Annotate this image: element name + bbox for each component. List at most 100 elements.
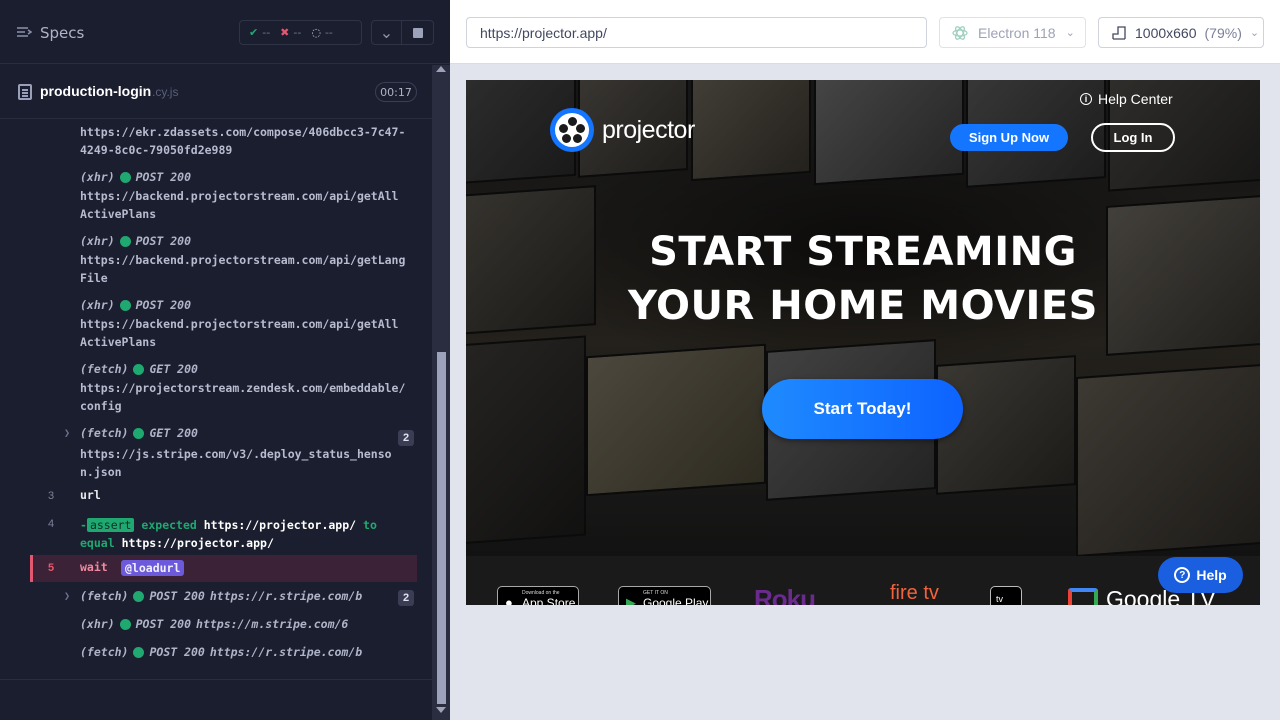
- command-name: wait: [80, 560, 108, 574]
- command-number: 4: [48, 518, 55, 530]
- headline-line-2: YOUR HOME MOVIES: [628, 283, 1098, 329]
- assert-equal-text: equal: [80, 536, 115, 550]
- request-url: https://r.stripe.com/b: [209, 645, 363, 659]
- request-method: POST 200: [135, 298, 192, 312]
- alias-badge: @loadurl: [121, 560, 185, 576]
- request-url: https://m.stripe.com/6: [196, 617, 349, 631]
- app-store-badge[interactable]: ● Download on the App Store: [497, 586, 579, 605]
- list-item[interactable]: (fetch) GET 200 https://projectorstream.z…: [30, 360, 417, 416]
- list-item[interactable]: (fetch) POST 200 https://r.stripe.com/b: [30, 644, 417, 664]
- status-dot-icon: [133, 427, 145, 439]
- request-url: https://r.stripe.com/b: [209, 589, 363, 603]
- chevron-down-icon: ⌄: [1249, 27, 1260, 39]
- google-tv-icon: [1068, 587, 1098, 605]
- url-bar[interactable]: https://projector.app/: [466, 17, 927, 48]
- viewport-size: 1000x660: [1135, 24, 1197, 41]
- fire-tv-logo[interactable]: fire tv: [890, 582, 939, 605]
- pending-count: --: [324, 26, 333, 39]
- hero-section: projector i Help Center Sign Up Now Log I…: [466, 80, 1260, 556]
- sign-up-button[interactable]: Sign Up Now: [950, 124, 1068, 151]
- command-number: 3: [48, 490, 55, 502]
- count-badge: 2: [398, 590, 414, 606]
- specs-button[interactable]: Specs: [16, 22, 84, 44]
- command-name: url: [80, 488, 101, 502]
- request-url: https://js.stripe.com/v3/.deploy_status_…: [80, 447, 392, 479]
- help-widget-button[interactable]: ? Help: [1158, 557, 1243, 593]
- question-icon: ?: [1174, 567, 1191, 583]
- failed-stat: ✖ --: [280, 26, 301, 39]
- request-method: POST 200: [135, 617, 192, 631]
- stop-button[interactable]: [402, 20, 434, 45]
- status-dot-icon: [119, 235, 131, 247]
- request-type: (xhr): [80, 234, 115, 248]
- request-url: https://backend.projectorstream.com/api/…: [80, 317, 399, 349]
- options-dropdown-button[interactable]: ⌄: [371, 20, 402, 45]
- command-url[interactable]: 3 url: [30, 487, 417, 507]
- request-url: https://ekr.zdassets.com/compose/406dbcc…: [80, 125, 406, 157]
- log-in-button[interactable]: Log In: [1091, 123, 1175, 152]
- help-center-link[interactable]: i Help Center: [1080, 91, 1173, 107]
- specs-label: Specs: [40, 24, 85, 42]
- apple-icon: ●: [505, 595, 513, 605]
- scroll-up-arrow-icon[interactable]: [436, 66, 446, 72]
- assert-to-text: to: [363, 518, 377, 532]
- command-log: https://ekr.zdassets.com/compose/406dbcc…: [30, 120, 417, 666]
- list-item[interactable]: (xhr) POST 200 https://backend.projectors…: [30, 232, 417, 288]
- request-method: GET 200: [149, 426, 198, 440]
- status-dot-icon: [133, 363, 145, 375]
- spec-timer: 00:17: [375, 82, 417, 102]
- scrollbar-thumb[interactable]: [437, 352, 446, 704]
- request-method: GET 200: [149, 362, 198, 376]
- request-url: https://backend.projectorstream.com/api/…: [80, 253, 406, 285]
- status-dot-icon: [119, 299, 131, 311]
- request-method: POST 200: [149, 589, 205, 603]
- viewport-zoom: (79%): [1204, 24, 1242, 41]
- spec-extension: .cy.js: [152, 85, 179, 99]
- browser-selector[interactable]: Electron 118 ⌄: [939, 17, 1086, 48]
- assert-prefix: -: [80, 518, 87, 532]
- request-type: (fetch): [80, 426, 129, 440]
- google-play-badge[interactable]: ▶ GET IT ON Google Play: [618, 586, 711, 605]
- x-icon: ✖: [280, 26, 290, 39]
- command-assert[interactable]: 4 - assert expected https://projector.app…: [30, 515, 417, 553]
- app-store-large-text: App Store: [522, 596, 576, 605]
- platform-badges: ● Download on the App Store ▶ GET IT ON …: [466, 556, 1260, 605]
- info-icon: i: [1080, 93, 1092, 105]
- request-type: (xhr): [80, 617, 115, 631]
- assert-expected-text: expected: [141, 518, 197, 532]
- request-method: POST 200: [135, 234, 192, 248]
- request-type: (fetch): [80, 589, 129, 603]
- play-icon: ▶: [626, 595, 636, 605]
- specs-list-icon: [17, 27, 32, 37]
- logo-text: projector: [602, 115, 695, 144]
- start-today-button[interactable]: Start Today!: [762, 379, 963, 439]
- list-item[interactable]: (xhr) POST 200 https://m.stripe.com/6: [30, 616, 417, 636]
- list-item[interactable]: ❯ (fetch) GET 200 2 https://js.stripe.com…: [30, 424, 417, 480]
- request-type: (fetch): [80, 645, 129, 659]
- request-method: POST 200: [149, 645, 205, 659]
- passed-count: --: [262, 26, 271, 39]
- roku-logo[interactable]: Roku: [754, 584, 816, 605]
- count-badge: 2: [398, 430, 414, 446]
- status-dot-icon: [119, 618, 131, 630]
- list-item[interactable]: ❯ (fetch) POST 200 https://r.stripe.com/b …: [30, 588, 417, 608]
- request-url: https://projectorstream.zendesk.com/embe…: [80, 381, 406, 413]
- reporter-panel: Specs ✔ -- ✖ -- ◌ -- ⌄ production-login .cy…: [0, 0, 450, 720]
- viewport-selector[interactable]: 1000x660 (79%) ⌄: [1098, 17, 1264, 48]
- document-icon: [18, 84, 32, 100]
- url-text: https://projector.app/: [480, 24, 607, 41]
- pending-stat: ◌ --: [311, 26, 333, 39]
- apple-tv-label: tv: [996, 594, 1004, 604]
- chevron-right-icon: ❯: [64, 591, 71, 602]
- command-number: 5: [48, 562, 55, 574]
- check-icon: ✔: [249, 26, 259, 39]
- scroll-down-arrow-icon[interactable]: [436, 707, 446, 713]
- passed-stat: ✔ --: [249, 26, 270, 39]
- projector-logo[interactable]: projector: [550, 108, 695, 152]
- assert-badge: assert: [86, 518, 135, 532]
- apple-tv-badge[interactable]: tv: [990, 586, 1022, 605]
- command-wait[interactable]: 5 wait @loadurl: [30, 555, 417, 582]
- list-item[interactable]: (xhr) POST 200 https://backend.projectors…: [30, 296, 417, 352]
- reporter-header: Specs ✔ -- ✖ -- ◌ -- ⌄: [0, 0, 450, 64]
- list-item[interactable]: (xhr) POST 200 https://backend.projectors…: [30, 168, 417, 224]
